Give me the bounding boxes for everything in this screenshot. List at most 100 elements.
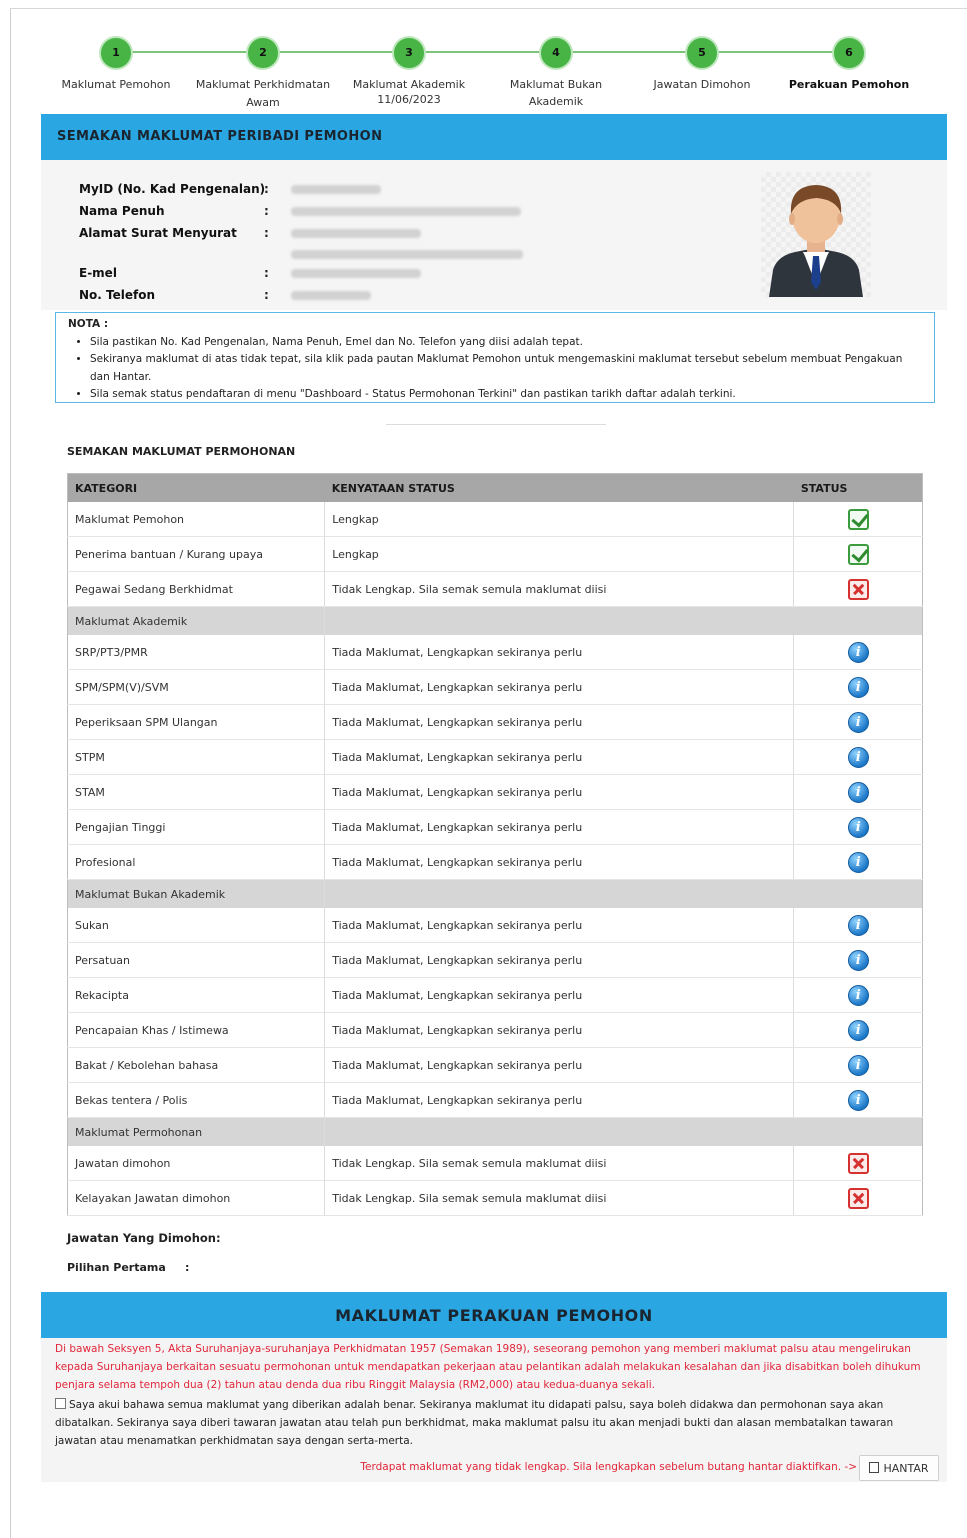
declaration-header: MAKLUMAT PERAKUAN PEMOHON	[41, 1292, 947, 1338]
submit-label: HANTAR	[883, 1462, 929, 1475]
applied-position-label: Jawatan Yang Dimohon:	[67, 1231, 221, 1245]
table-row: STAM Tiada Maklumat, Lengkapkan sekiranya…	[67, 774, 923, 810]
kenyataan-cell: Lengkap	[324, 536, 795, 572]
step-3[interactable]: 3 Maklumat Akademik 11/06/2023	[339, 36, 479, 107]
group-filler	[324, 606, 923, 635]
note-box: NOTA : Sila pastikan No. Kad Pengenalan,…	[55, 312, 935, 403]
step-label: Maklumat Bukan Akademik	[509, 78, 603, 108]
group-filler	[324, 1117, 923, 1146]
kategori-cell: Maklumat Pemohon	[67, 502, 326, 537]
step-circle: 3	[392, 36, 426, 70]
status-cell: i	[793, 908, 923, 943]
column-header-status: STATUS	[793, 473, 923, 502]
kategori-cell: Persatuan	[67, 942, 326, 978]
kenyataan-cell: Tiada Maklumat, Lengkapkan sekiranya per…	[324, 1082, 795, 1118]
acknowledge-text: Saya akui bahawa semua maklumat yang dib…	[55, 1399, 894, 1447]
step-circle: 4	[539, 36, 573, 70]
note-item: Sila semak status pendaftaran di menu "D…	[90, 386, 922, 404]
table-row: Pegawai Sedang Berkhidmat Tidak Lengkap. …	[67, 571, 923, 607]
info-icon[interactable]: i	[847, 711, 869, 733]
page: 1 Maklumat Pemohon 2 Maklumat Perkhidmat…	[10, 8, 967, 1538]
avatar	[761, 172, 871, 297]
kategori-cell: Profesional	[67, 844, 326, 880]
first-choice-label: Pilihan Pertama	[67, 1261, 166, 1274]
phone-label: No. Telefon	[79, 288, 156, 302]
check-icon[interactable]	[847, 543, 869, 565]
status-cell: i	[793, 635, 923, 670]
declaration-panel: Di bawah Seksyen 5, Akta Suruhanjaya-sur…	[41, 1338, 947, 1482]
note-item: Sila pastikan No. Kad Pengenalan, Nama P…	[90, 334, 922, 352]
step-1[interactable]: 1 Maklumat Pemohon	[46, 36, 186, 93]
status-table-body: Maklumat Pemohon Lengkap Penerima bantuan …	[67, 502, 923, 1216]
info-icon[interactable]: i	[847, 781, 869, 803]
step-label: Maklumat Pemohon	[61, 78, 171, 91]
kenyataan-cell: Tidak Lengkap. Sila semak semula makluma…	[324, 571, 795, 607]
legal-warning: Di bawah Seksyen 5, Akta Suruhanjaya-sur…	[55, 1343, 921, 1391]
application-check-title: SEMAKAN MAKLUMAT PERMOHONAN	[67, 445, 296, 458]
info-icon[interactable]: i	[847, 676, 869, 698]
info-icon[interactable]: i	[847, 746, 869, 768]
status-cell	[793, 571, 923, 607]
personal-info-panel: MyID (No. Kad Pengenalan) : Nama Penuh :…	[41, 160, 947, 310]
email-value-redacted	[291, 269, 421, 278]
submit-button[interactable]: HANTAR	[859, 1455, 939, 1481]
table-row: SPM/SPM(V)/SVM Tiada Maklumat, Lengkapkan…	[67, 669, 923, 705]
table-group-row: Maklumat Permohonan	[67, 1117, 923, 1146]
info-icon[interactable]: i	[847, 816, 869, 838]
column-header-kenyataan: KENYATAAN STATUS	[324, 473, 794, 502]
info-icon[interactable]: i	[847, 1089, 869, 1111]
kategori-cell: Pegawai Sedang Berkhidmat	[67, 571, 326, 607]
status-table: KATEGORI KENYATAAN STATUS STATUS Makluma…	[67, 473, 923, 1216]
myid-value-redacted	[291, 185, 381, 194]
info-icon[interactable]: i	[847, 949, 869, 971]
kategori-cell: Peperiksaan SPM Ulangan	[67, 704, 326, 740]
email-colon: :	[264, 266, 269, 280]
status-cell: i	[793, 704, 923, 740]
kenyataan-cell: Tiada Maklumat, Lengkapkan sekiranya per…	[324, 1012, 795, 1048]
cross-icon[interactable]	[847, 1187, 869, 1209]
group-filler	[324, 879, 923, 908]
step-6[interactable]: 6 Perakuan Pemohon	[779, 36, 919, 93]
kategori-cell: Bakat / Kebolehan bahasa	[67, 1047, 326, 1083]
check-icon[interactable]	[847, 508, 869, 530]
step-circle: 5	[685, 36, 719, 70]
status-cell: i	[793, 844, 923, 880]
phone-colon: :	[264, 288, 269, 302]
step-circle: 1	[99, 36, 133, 70]
step-5[interactable]: 5 Jawatan Dimohon	[632, 36, 772, 93]
info-icon[interactable]: i	[847, 1019, 869, 1041]
kategori-cell: STAM	[67, 774, 326, 810]
status-cell	[793, 536, 923, 572]
table-row: Profesional Tiada Maklumat, Lengkapkan se…	[67, 844, 923, 880]
info-icon[interactable]: i	[847, 914, 869, 936]
step-label: Jawatan Dimohon	[653, 78, 751, 91]
info-icon[interactable]: i	[847, 1054, 869, 1076]
stepper: 1 Maklumat Pemohon 2 Maklumat Perkhidmat…	[11, 9, 967, 113]
kategori-cell: Kelayakan Jawatan dimohon	[67, 1180, 326, 1216]
group-label: Maklumat Bukan Akademik	[67, 879, 326, 908]
status-cell: i	[793, 739, 923, 775]
step-2[interactable]: 2 Maklumat Perkhidmatan Awam	[193, 36, 333, 112]
save-icon	[869, 1462, 880, 1473]
info-icon[interactable]: i	[847, 641, 869, 663]
status-cell: i	[793, 1082, 923, 1118]
status-cell	[793, 502, 923, 537]
kenyataan-cell: Lengkap	[324, 502, 795, 537]
table-row: SRP/PT3/PMR Tiada Maklumat, Lengkapkan se…	[67, 635, 923, 670]
status-cell	[793, 1180, 923, 1216]
info-icon[interactable]: i	[847, 984, 869, 1006]
cross-icon[interactable]	[847, 1152, 869, 1174]
kenyataan-cell: Tiada Maklumat, Lengkapkan sekiranya per…	[324, 908, 795, 943]
info-icon[interactable]: i	[847, 851, 869, 873]
status-cell: i	[793, 809, 923, 845]
step-circle: 2	[246, 36, 280, 70]
step-4[interactable]: 4 Maklumat Bukan Akademik	[486, 36, 626, 110]
step-circle: 6	[832, 36, 866, 70]
table-row: Pencapaian Khas / Istimewa Tiada Maklumat…	[67, 1012, 923, 1048]
cross-icon[interactable]	[847, 578, 869, 600]
status-cell: i	[793, 1047, 923, 1083]
kategori-cell: Sukan	[67, 908, 326, 943]
myid-label: MyID (No. Kad Pengenalan)	[79, 182, 266, 196]
acknowledge-checkbox[interactable]	[55, 1398, 66, 1409]
kenyataan-cell: Tiada Maklumat, Lengkapkan sekiranya per…	[324, 635, 795, 670]
